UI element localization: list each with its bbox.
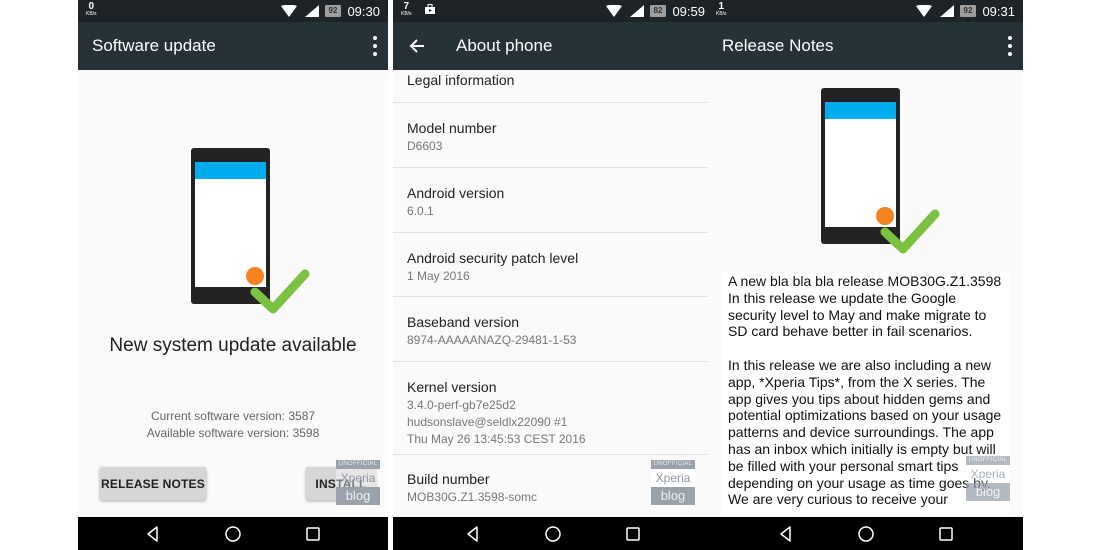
checkmark-icon <box>880 209 940 254</box>
release-notes-paragraph: A new bla bla bla release MOB30G.Z1.3598… <box>728 273 1002 340</box>
setting-value: Thu May 26 13:45:53 CEST 2016 <box>407 432 586 446</box>
checkmark-icon <box>250 269 310 314</box>
setting-value: 1 May 2016 <box>407 269 470 283</box>
settings-list: Legal information Model number D6603 And… <box>393 70 713 520</box>
clock: 09:59 <box>672 3 705 19</box>
available-version-value: 3598 <box>292 426 320 440</box>
setting-label: Model number <box>407 120 497 136</box>
setting-legal-information[interactable]: Legal information <box>393 70 713 103</box>
setting-label: Legal information <box>407 72 515 88</box>
briefcase-icon <box>425 4 435 14</box>
network-speed: 7 KB/s <box>401 2 412 17</box>
available-version: Available software version: 3598 <box>78 426 388 440</box>
setting-label: Baseband version <box>407 314 520 330</box>
app-bar: Release Notes <box>708 22 1023 70</box>
release-notes-screen: 1 KB/s 92 09:31 Release Notes A new bla … <box>708 0 1023 550</box>
watermark-top: UNOFFICIAL <box>966 456 1010 465</box>
setting-value: hudsonslave@seldlx22090 #1 <box>407 415 568 429</box>
overflow-menu-icon[interactable] <box>372 36 378 56</box>
clock: 09:31 <box>982 3 1015 19</box>
watermark-mid: Xperia <box>336 469 380 487</box>
status-bar: 1 KB/s 92 09:31 <box>708 0 1023 22</box>
signal-icon <box>304 5 319 17</box>
watermark-mid: Xperia <box>966 465 1010 483</box>
setting-baseband-version[interactable]: Baseband version 8974-AAAAANAZQ-29481-1-… <box>393 297 713 362</box>
setting-label: Android security patch level <box>407 250 579 266</box>
nav-back-icon[interactable] <box>464 525 482 543</box>
phone-update-illustration <box>821 88 941 258</box>
page-title: Software update <box>92 36 216 55</box>
setting-value: 8974-AAAAANAZQ-29481-1-53 <box>407 333 577 347</box>
status-bar: 0 KB/s 92 09:30 <box>78 0 388 22</box>
setting-label: Android version <box>407 185 505 201</box>
page-title: Release Notes <box>722 36 834 55</box>
setting-android-version[interactable]: Android version 6.0.1 <box>393 168 713 233</box>
watermark-top: UNOFFICIAL <box>651 460 695 469</box>
nav-home-icon[interactable] <box>544 525 562 543</box>
wifi-icon <box>915 5 932 17</box>
software-update-screen: 0 KB/s 92 09:30 Software update New syst… <box>78 0 388 550</box>
available-version-label: Available software version: <box>146 426 290 440</box>
nav-back-icon[interactable] <box>144 525 162 543</box>
setting-model-number[interactable]: Model number D6603 <box>393 103 713 168</box>
overflow-menu-icon[interactable] <box>1007 36 1013 56</box>
clock: 09:30 <box>347 3 380 19</box>
navigation-bar <box>393 517 713 550</box>
signal-icon <box>939 5 954 17</box>
nav-home-icon[interactable] <box>857 525 875 543</box>
network-speed: 0 KB/s <box>86 2 97 17</box>
xperia-blog-watermark: UNOFFICIAL Xperia blog <box>336 460 380 505</box>
watermark-bot: blog <box>651 487 695 505</box>
xperia-blog-watermark: UNOFFICIAL Xperia blog <box>966 456 1010 501</box>
signal-icon <box>629 5 644 17</box>
network-speed-unit: KB/s <box>401 11 412 17</box>
app-bar: Software update <box>78 22 388 70</box>
network-speed-unit: KB/s <box>86 11 97 17</box>
wifi-icon <box>605 5 622 17</box>
app-bar: About phone <box>393 22 713 70</box>
network-speed-unit: KB/s <box>716 11 727 17</box>
watermark-top: UNOFFICIAL <box>336 460 380 469</box>
battery-indicator: 92 <box>324 5 342 17</box>
watermark-mid: Xperia <box>651 469 695 487</box>
setting-security-patch-level[interactable]: Android security patch level 1 May 2016 <box>393 233 713 297</box>
phone-update-illustration <box>191 148 311 318</box>
navigation-bar <box>78 517 388 550</box>
setting-label: Kernel version <box>407 379 497 395</box>
watermark-bot: blog <box>336 487 380 505</box>
setting-kernel-version[interactable]: Kernel version 3.4.0-perf-gb7e25d2 hudso… <box>393 362 713 455</box>
release-notes-button[interactable]: RELEASE NOTES <box>100 467 206 500</box>
update-headline: New system update available <box>109 335 357 356</box>
network-speed: 1 KB/s <box>716 2 727 17</box>
wifi-icon <box>280 5 297 17</box>
current-version-label: Current software version: <box>150 409 285 423</box>
status-bar: 7 KB/s 82 09:59 <box>393 0 713 22</box>
nav-recents-icon[interactable] <box>624 525 642 543</box>
watermark-bot: blog <box>966 483 1010 501</box>
about-phone-screen: 7 KB/s 82 09:59 About phone Legal inform… <box>393 0 713 550</box>
nav-recents-icon[interactable] <box>937 525 955 543</box>
nav-back-icon[interactable] <box>777 525 795 543</box>
current-version-value: 3587 <box>288 409 316 423</box>
page-title: About phone <box>456 36 553 55</box>
battery-indicator: 82 <box>649 5 667 17</box>
setting-value: D6603 <box>407 139 443 153</box>
nav-recents-icon[interactable] <box>304 525 322 543</box>
battery-indicator: 92 <box>959 5 977 17</box>
current-version: Current software version: 3587 <box>78 409 388 423</box>
setting-value: 6.0.1 <box>407 204 434 218</box>
nav-home-icon[interactable] <box>224 525 242 543</box>
back-arrow-icon[interactable] <box>407 36 427 56</box>
navigation-bar <box>708 517 1023 550</box>
xperia-blog-watermark: UNOFFICIAL Xperia blog <box>651 460 695 505</box>
setting-value: 3.4.0-perf-gb7e25d2 <box>407 398 516 412</box>
